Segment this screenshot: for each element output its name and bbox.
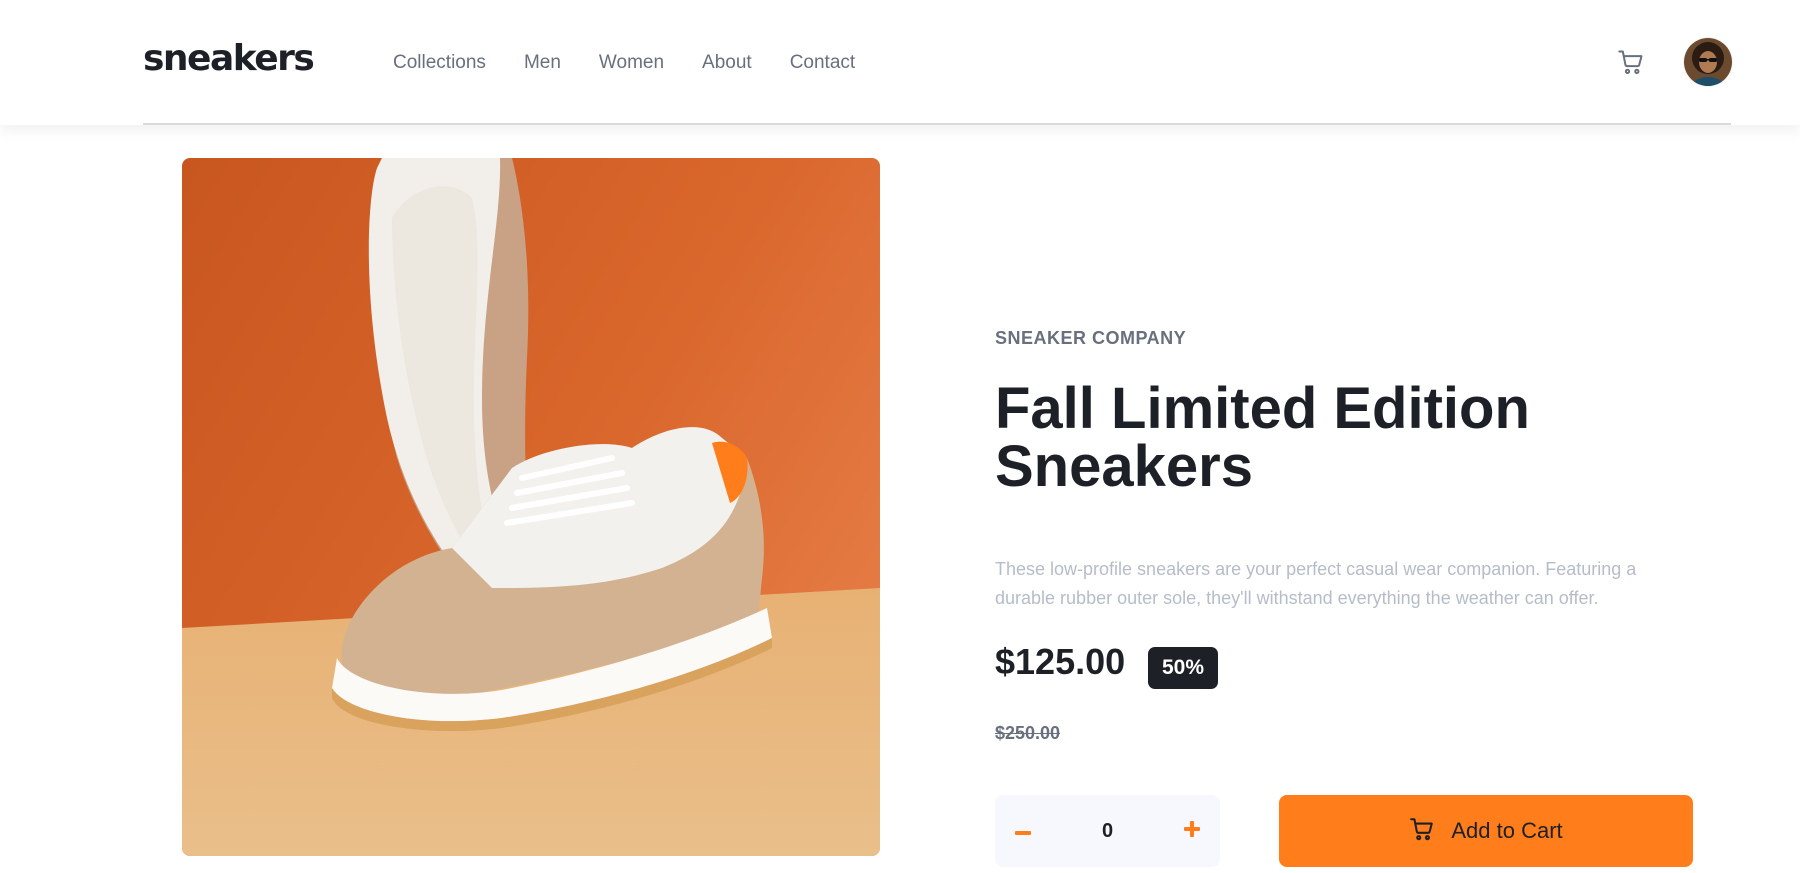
product-company: SNEAKER COMPANY <box>995 328 1187 348</box>
cart-icon[interactable] <box>1617 48 1645 76</box>
add-to-cart-button[interactable]: Add to Cart <box>1279 795 1693 867</box>
quantity-value: 0 <box>1101 819 1114 842</box>
nav-item-about[interactable]: About <box>702 52 752 74</box>
user-avatar[interactable] <box>1684 38 1732 86</box>
nav-item-men[interactable]: Men <box>524 52 561 74</box>
discount-badge: 50% <box>1148 647 1218 689</box>
decrease-quantity-button[interactable] <box>995 795 1051 867</box>
add-to-cart-label: Add to Cart <box>1451 818 1563 843</box>
brand-logo[interactable]: sneakers <box>143 38 315 79</box>
product-price: $125.00 <box>995 641 1126 682</box>
main-nav: Collections Men Women About Contact <box>393 52 893 74</box>
plus-icon <box>1184 820 1200 842</box>
product-description: These low-profile sneakers are your perf… <box>995 559 1637 608</box>
product-image[interactable] <box>182 158 880 856</box>
nav-item-women[interactable]: Women <box>599 52 664 74</box>
nav-item-collections[interactable]: Collections <box>393 52 486 74</box>
product-title: Fall Limited Edition Sneakers <box>995 376 1530 499</box>
quantity-stepper: 0 <box>995 795 1220 867</box>
nav-item-contact[interactable]: Contact <box>790 52 855 74</box>
cart-icon <box>1409 816 1435 847</box>
original-price: $250.00 <box>995 723 1061 743</box>
increase-quantity-button[interactable] <box>1164 795 1220 867</box>
header-divider <box>143 123 1731 125</box>
site-header: sneakers Collections Men Women About Con… <box>0 0 1800 125</box>
minus-icon <box>1015 822 1031 840</box>
